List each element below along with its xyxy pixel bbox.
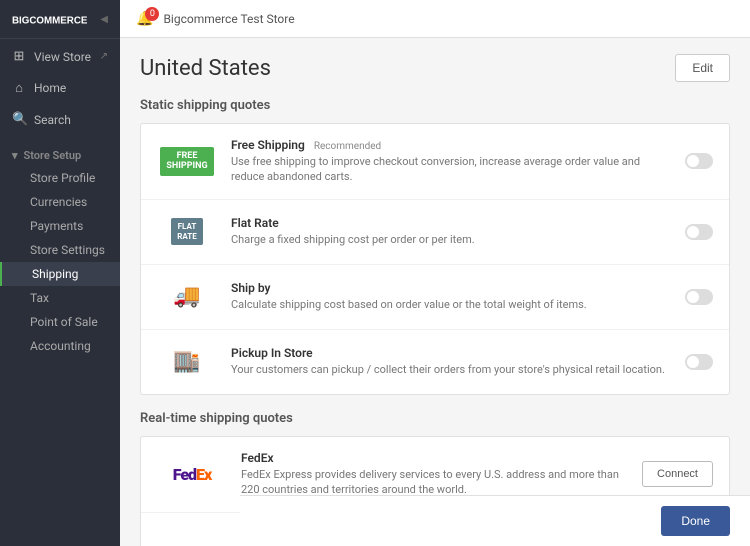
free-shipping-info: Free Shipping Recommended Use free shipp… [231, 138, 671, 185]
chevron-icon: ▾ [12, 149, 18, 162]
pickup-info: Pickup In Store Your customers can picku… [231, 346, 671, 377]
edit-button[interactable]: Edit [675, 54, 730, 82]
ups-logo-wrap: UPS [157, 540, 227, 546]
pickup-logo: 🏬 [157, 344, 217, 380]
section-label: Store Setup [24, 149, 82, 162]
flat-rate-toggle[interactable] [685, 224, 713, 240]
bottom-bar: Done [240, 495, 750, 546]
free-shipping-toggle[interactable] [685, 153, 713, 169]
sidebar-item-home[interactable]: ⌂ Home [0, 72, 120, 104]
flat-rate-logo-text: FLATRATE [171, 218, 202, 245]
static-section: Static shipping quotes FREESHIPPING Free… [140, 98, 730, 395]
sidebar-item-view-store[interactable]: ⊞ View Store ↗ [0, 41, 120, 72]
free-shipping-row: FREESHIPPING Free Shipping Recommended U… [141, 124, 729, 200]
search-icon: 🔍 [12, 112, 26, 127]
sidebar-item-search[interactable]: 🔍 Search [0, 104, 120, 135]
svg-text:BIGCOMMERCE: BIGCOMMERCE [12, 15, 88, 26]
sidebar: BIGCOMMERCE ◀ ⊞ View Store ↗ ⌂ Home 🔍 Se… [0, 0, 120, 546]
ship-by-info: Ship by Calculate shipping cost based on… [231, 281, 671, 312]
page-header: United States Edit [140, 54, 730, 82]
sidebar-store-setup-section: ▾ Store Setup Store Profile Currencies P… [0, 141, 120, 358]
ship-by-logo: 🚚 [157, 279, 217, 315]
sidebar-item-label: View Store [34, 50, 91, 64]
toggle-switch[interactable] [685, 289, 713, 305]
flat-rate-logo: FLATRATE [157, 214, 217, 250]
sidebar-item-payments[interactable]: Payments [0, 214, 120, 238]
ship-by-name: Ship by [231, 281, 671, 295]
free-shipping-name: Free Shipping Recommended [231, 138, 671, 152]
static-quotes-card: FREESHIPPING Free Shipping Recommended U… [140, 123, 730, 395]
fedex-logo-wrap: FedEx [157, 456, 227, 492]
fedex-desc: FedEx Express provides delivery services… [241, 467, 628, 498]
flat-rate-row: FLATRATE Flat Rate Charge a fixed shippi… [141, 200, 729, 265]
sidebar-item-point-of-sale[interactable]: Point of Sale [0, 310, 120, 334]
external-link-icon: ↗ [100, 51, 108, 62]
fedex-name: FedEx [241, 451, 628, 465]
notification-bell-wrap: 🔔 0 [136, 11, 153, 27]
toggle-switch[interactable] [685, 224, 713, 240]
fedex-connect-button[interactable]: Connect [642, 461, 713, 487]
sidebar-item-label: Search [34, 113, 71, 127]
sidebar-item-store-settings[interactable]: Store Settings [0, 238, 120, 262]
sidebar-item-label: Home [34, 81, 66, 95]
sidebar-logo: BIGCOMMERCE ◀ [0, 0, 120, 39]
static-section-title: Static shipping quotes [140, 98, 730, 113]
sidebar-item-accounting[interactable]: Accounting [0, 334, 120, 358]
pickup-toggle[interactable] [685, 354, 713, 370]
sidebar-item-store-profile[interactable]: Store Profile [0, 166, 120, 190]
ship-by-icon: 🚚 [173, 284, 200, 309]
ship-by-desc: Calculate shipping cost based on order v… [231, 297, 671, 312]
toggle-switch[interactable] [685, 153, 713, 169]
pickup-name: Pickup In Store [231, 346, 671, 360]
free-shipping-desc: Use free shipping to improve checkout co… [231, 154, 671, 185]
store-icon: ⊞ [12, 49, 26, 64]
notification-badge: 0 [145, 7, 159, 21]
sidebar-item-tax[interactable]: Tax [0, 286, 120, 310]
sidebar-item-shipping[interactable]: Shipping [0, 262, 120, 286]
pickup-icon: 🏬 [173, 349, 200, 374]
free-shipping-logo: FREESHIPPING [157, 143, 217, 179]
free-shipping-logo-text: FREESHIPPING [160, 147, 213, 177]
realtime-section-title: Real-time shipping quotes [140, 411, 730, 426]
sidebar-collapse-icon[interactable]: ◀ [100, 14, 108, 25]
ship-by-row: 🚚 Ship by Calculate shipping cost based … [141, 265, 729, 330]
home-icon: ⌂ [12, 80, 26, 96]
sidebar-section-header[interactable]: ▾ Store Setup [0, 141, 120, 166]
toggle-switch[interactable] [685, 354, 713, 370]
sidebar-item-currencies[interactable]: Currencies [0, 190, 120, 214]
recommended-badge: Recommended [314, 141, 381, 152]
store-name: Bigcommerce Test Store [163, 12, 294, 26]
pickup-row: 🏬 Pickup In Store Your customers can pic… [141, 330, 729, 394]
flat-rate-desc: Charge a fixed shipping cost per order o… [231, 232, 671, 247]
page-title: United States [140, 56, 271, 81]
ship-by-toggle[interactable] [685, 289, 713, 305]
pickup-desc: Your customers can pickup / collect thei… [231, 362, 671, 377]
main-content: 🔔 0 Bigcommerce Test Store United States… [120, 0, 750, 546]
topbar: 🔔 0 Bigcommerce Test Store [120, 0, 750, 38]
done-button[interactable]: Done [661, 506, 730, 536]
content-area: United States Edit Static shipping quote… [120, 38, 750, 546]
fedex-info: FedEx FedEx Express provides delivery se… [241, 451, 628, 498]
flat-rate-info: Flat Rate Charge a fixed shipping cost p… [231, 216, 671, 247]
flat-rate-name: Flat Rate [231, 216, 671, 230]
fedex-logo: FedEx [173, 465, 212, 484]
